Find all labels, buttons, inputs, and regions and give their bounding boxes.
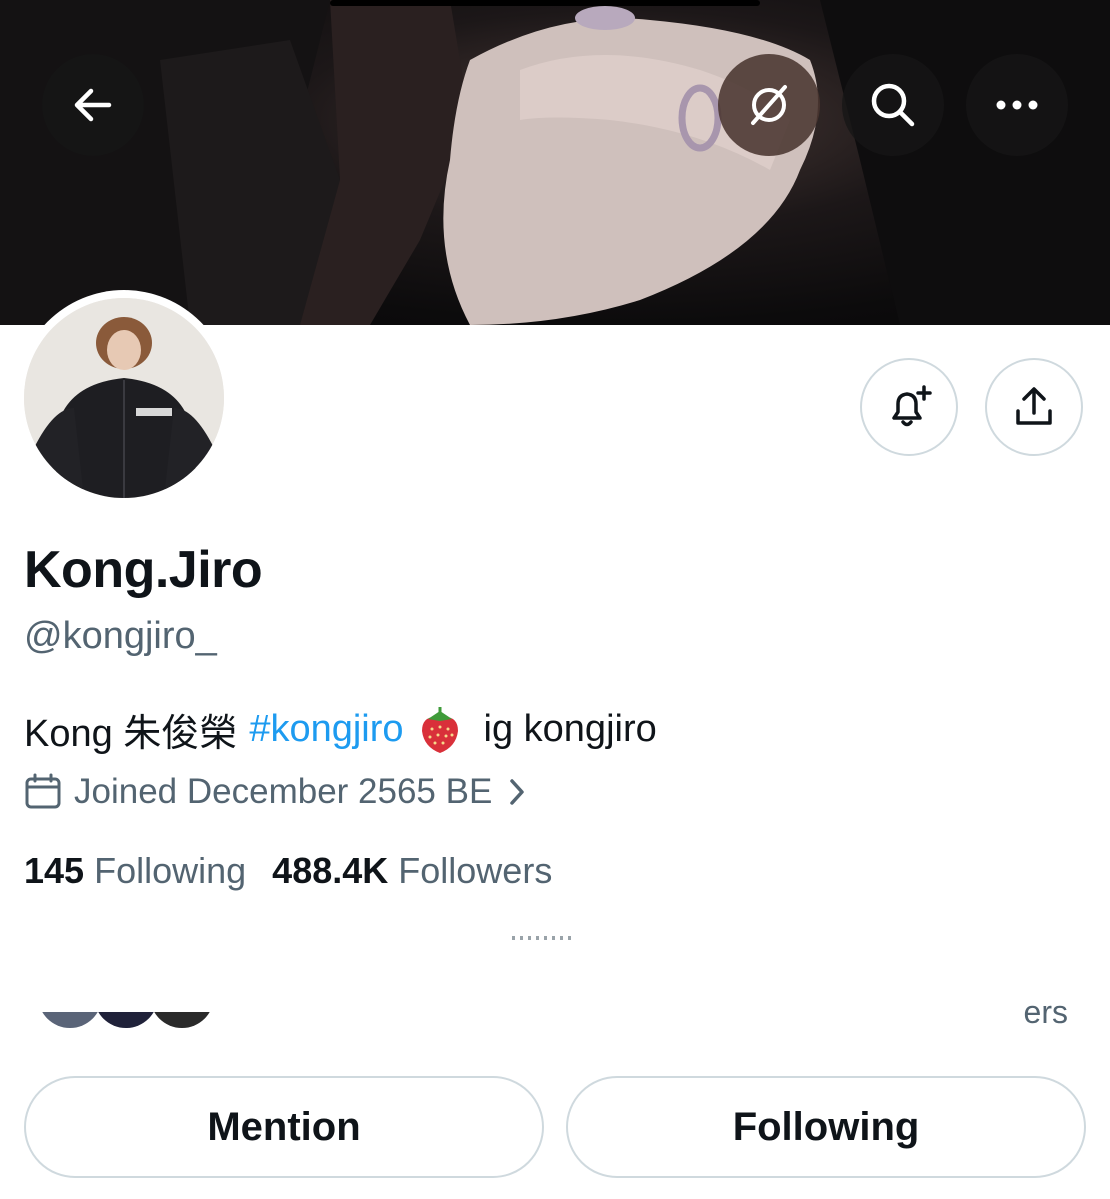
followers-link[interactable]: 488.4K Followers	[272, 850, 552, 892]
mention-button[interactable]: Mention	[24, 1076, 544, 1178]
followers-label: Followers	[398, 850, 553, 891]
followed-by-text: ers	[1023, 994, 1068, 1030]
bio-hashtag-link[interactable]: #kongjiro	[249, 708, 403, 751]
joined-date[interactable]: Joined December 2565 BE	[24, 772, 530, 812]
search-icon	[871, 83, 915, 127]
bio-text: Kong 朱俊榮	[24, 713, 238, 755]
strawberry-icon	[421, 706, 458, 753]
share-upload-icon	[1016, 387, 1052, 425]
following-label: Following	[94, 850, 247, 891]
following-count: 145	[24, 850, 85, 891]
joined-text: Joined December 2565 BE	[74, 772, 493, 811]
grok-button[interactable]	[718, 54, 820, 156]
profile-banner[interactable]	[0, 0, 1110, 325]
following-button[interactable]: Following	[566, 1076, 1086, 1178]
more-button[interactable]	[966, 54, 1068, 156]
following-link[interactable]: 145 Following	[24, 850, 246, 892]
followers-count: 488.4K	[272, 850, 389, 891]
bio-suffix: ig kongjiro	[483, 708, 657, 750]
display-name: Kong.Jiro	[24, 541, 263, 599]
user-handle: @kongjiro_	[24, 615, 217, 657]
notifications-button[interactable]	[860, 358, 958, 456]
more-horizontal-icon	[996, 100, 1038, 110]
search-button[interactable]	[842, 54, 944, 156]
followed-by-avatars[interactable]	[38, 1012, 218, 1028]
bell-plus-icon	[892, 385, 932, 427]
divider-dots	[512, 936, 574, 940]
follow-stats: 145 Following 488.4K Followers	[24, 850, 552, 892]
grok-icon	[751, 85, 787, 125]
arrow-left-icon	[74, 88, 112, 122]
share-button[interactable]	[985, 358, 1083, 456]
calendar-icon	[25, 773, 61, 809]
avatar[interactable]	[16, 290, 232, 506]
back-button[interactable]	[42, 54, 144, 156]
chevron-right-icon	[510, 779, 525, 805]
profile-bio: Kong 朱俊榮 #kongjiro ig kongjiro	[24, 702, 657, 757]
avatar-image	[24, 298, 224, 498]
